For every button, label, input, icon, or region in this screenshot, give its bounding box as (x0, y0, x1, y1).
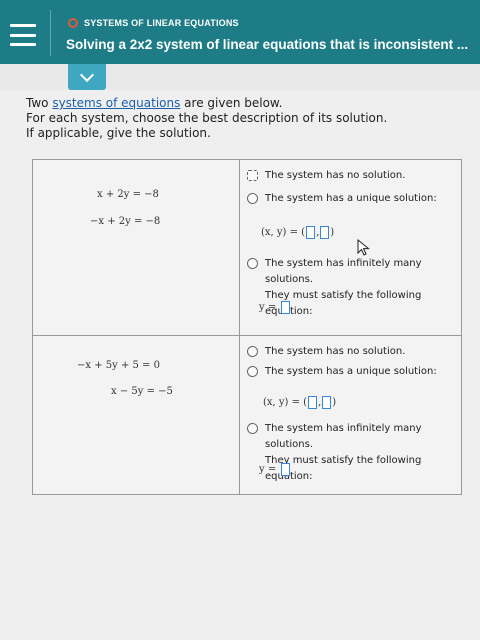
coord-sep: , (318, 397, 322, 408)
radio-button[interactable] (247, 366, 258, 377)
table-divider-horizontal (33, 335, 461, 336)
system-1-option-unique[interactable]: The system has a unique solution: (247, 191, 437, 207)
header-divider (50, 10, 51, 56)
system-2-equation-1: −x + 5y + 5 = 0 (77, 360, 160, 371)
option-label: The system has a unique solution: (265, 366, 437, 377)
page-title: Solving a 2x2 system of linear equations… (66, 37, 469, 52)
system-2-coordinate-input: (x, y) = ( , ) (263, 396, 336, 409)
option-label: They must satisfy the following equation… (265, 290, 422, 317)
coord-sep: , (316, 227, 320, 238)
systems-of-equations-link[interactable]: systems of equations (52, 96, 180, 110)
equation-answer-box[interactable] (281, 301, 291, 314)
mouse-cursor-icon (357, 239, 370, 256)
system-1-equation-input: y = (259, 301, 291, 314)
coord-prefix: (x, y) = ( (261, 227, 306, 238)
y-prefix: y = (259, 302, 277, 313)
instructions-text: are given below. (180, 96, 283, 110)
option-label: The system has infinitely many solutions… (265, 423, 422, 450)
system-2-equation-input: y = (259, 463, 291, 476)
menu-icon[interactable] (8, 22, 38, 48)
system-2-option-unique[interactable]: The system has a unique solution: (247, 364, 437, 380)
option-label: The system has a unique solution: (265, 193, 437, 204)
topic-status-icon (68, 18, 78, 28)
system-1-coordinate-input: (x, y) = ( , ) (261, 226, 334, 239)
coord-prefix: (x, y) = ( (263, 397, 308, 408)
radio-button[interactable] (247, 258, 258, 269)
system-1-equation-2: −x + 2y = −8 (90, 216, 161, 227)
radio-button[interactable] (247, 423, 258, 434)
instructions-line-2: For each system, choose the best descrip… (26, 111, 388, 125)
coord-suffix: ) (330, 227, 335, 238)
instructions-text: Two (26, 96, 53, 110)
option-label: The system has no solution. (265, 170, 406, 181)
option-label: The system has no solution. (265, 346, 406, 357)
y-answer-box[interactable] (322, 396, 332, 409)
system-1-equation-1: x + 2y = −8 (97, 189, 159, 200)
y-answer-box[interactable] (320, 226, 330, 239)
table-divider-vertical (239, 160, 240, 494)
y-prefix: y = (259, 464, 277, 475)
topic-label: SYSTEMS OF LINEAR EQUATIONS (84, 18, 239, 28)
system-2-equation-2: x − 5y = −5 (111, 386, 173, 397)
header-bar (0, 0, 480, 64)
topic-row: SYSTEMS OF LINEAR EQUATIONS (68, 18, 239, 28)
instructions: Two systems of equations are given below… (26, 96, 466, 141)
radio-button[interactable] (247, 193, 258, 204)
system-1-option-no-solution[interactable]: The system has no solution. (247, 168, 405, 184)
expand-button[interactable] (68, 64, 106, 90)
systems-table: x + 2y = −8 −x + 2y = −8 The system has … (32, 159, 462, 495)
x-answer-box[interactable] (306, 226, 316, 239)
coord-suffix: ) (332, 397, 337, 408)
radio-button[interactable] (247, 170, 258, 181)
instructions-line-3: If applicable, give the solution. (26, 126, 211, 140)
x-answer-box[interactable] (308, 396, 318, 409)
option-label: The system has infinitely many solutions… (265, 258, 422, 285)
equation-answer-box[interactable] (281, 463, 291, 476)
chevron-down-icon (79, 67, 95, 82)
system-2-option-no-solution[interactable]: The system has no solution. (247, 344, 405, 360)
option-label: They must satisfy the following equation… (265, 455, 422, 482)
radio-button[interactable] (247, 346, 258, 357)
